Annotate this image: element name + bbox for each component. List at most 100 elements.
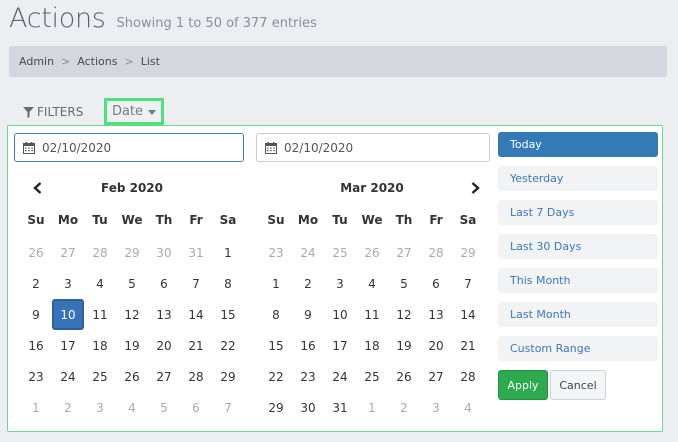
calendar-day[interactable]: 28 [180,361,212,392]
calendar-day[interactable]: 1 [212,237,244,268]
end-date-input[interactable]: 02/10/2020 [256,133,490,162]
range-custom[interactable]: Custom Range [498,336,658,361]
calendar-day[interactable]: 22 [212,330,244,361]
calendar-day[interactable]: 11 [356,299,388,330]
calendar-day[interactable]: 27 [148,361,180,392]
calendar-day[interactable]: 3 [84,392,116,423]
calendar-day[interactable]: 26 [388,361,420,392]
calendar-day[interactable]: 9 [292,299,324,330]
cancel-button[interactable]: Cancel [550,370,606,400]
calendar-day[interactable]: 19 [388,330,420,361]
range-last-7-days[interactable]: Last 7 Days [498,200,658,225]
calendar-day[interactable]: 4 [84,268,116,299]
calendar-day[interactable]: 8 [260,299,292,330]
calendar-day[interactable]: 27 [420,361,452,392]
calendar-day[interactable]: 14 [180,299,212,330]
calendar-day[interactable]: 3 [324,268,356,299]
calendar-day[interactable]: 2 [52,392,84,423]
calendar-day[interactable]: 5 [116,268,148,299]
calendar-day[interactable]: 29 [116,237,148,268]
calendar-day[interactable]: 15 [212,299,244,330]
next-month-icon[interactable] [466,179,484,197]
calendar-day[interactable]: 25 [356,361,388,392]
calendar-day[interactable]: 16 [20,330,52,361]
range-last-30-days[interactable]: Last 30 Days [498,234,658,259]
calendar-day[interactable]: 19 [116,330,148,361]
calendar-day[interactable]: 24 [52,361,84,392]
start-date-input[interactable]: 02/10/2020 [14,133,244,162]
calendar-day[interactable]: 2 [292,268,324,299]
calendar-day[interactable]: 2 [388,392,420,423]
calendar-day[interactable]: 25 [84,361,116,392]
calendar-day[interactable]: 31 [180,237,212,268]
range-today[interactable]: Today [498,132,658,157]
calendar-day[interactable]: 23 [20,361,52,392]
calendar-day[interactable]: 1 [260,268,292,299]
calendar-day[interactable]: 20 [148,330,180,361]
calendar-day[interactable]: 14 [452,299,484,330]
calendar-day[interactable]: 2 [20,268,52,299]
calendar-day[interactable]: 30 [292,392,324,423]
calendar-day[interactable]: 4 [116,392,148,423]
calendar-day[interactable]: 27 [52,237,84,268]
calendar-day[interactable]: 4 [452,392,484,423]
calendar-day[interactable]: 27 [388,237,420,268]
calendar-day[interactable]: 6 [420,268,452,299]
calendar-day[interactable]: 21 [180,330,212,361]
calendar-day[interactable]: 20 [420,330,452,361]
calendar-day[interactable]: 4 [356,268,388,299]
calendar-day[interactable]: 1 [20,392,52,423]
calendar-day[interactable]: 26 [356,237,388,268]
calendar-day[interactable]: 13 [420,299,452,330]
calendar-day[interactable]: 28 [420,237,452,268]
calendar-day[interactable]: 9 [20,299,52,330]
calendar-day[interactable]: 25 [324,237,356,268]
calendar-day[interactable]: 22 [260,361,292,392]
calendar-day[interactable]: 29 [212,361,244,392]
calendar-day[interactable]: 7 [180,268,212,299]
calendar-day[interactable]: 12 [116,299,148,330]
calendar-day[interactable]: 8 [212,268,244,299]
calendar-day[interactable]: 29 [260,392,292,423]
calendar-day[interactable]: 26 [20,237,52,268]
prev-month-icon[interactable] [28,179,46,197]
calendar-day[interactable]: 5 [388,268,420,299]
calendar-day[interactable]: 17 [52,330,84,361]
calendar-day[interactable]: 16 [292,330,324,361]
calendar-day[interactable]: 15 [260,330,292,361]
calendar-day[interactable]: 13 [148,299,180,330]
calendar-day[interactable]: 28 [452,361,484,392]
calendar-day[interactable]: 21 [452,330,484,361]
breadcrumb-actions[interactable]: Actions [77,55,117,68]
calendar-day[interactable]: 5 [148,392,180,423]
calendar-day[interactable]: 23 [292,361,324,392]
range-yesterday[interactable]: Yesterday [498,166,658,191]
calendar-day[interactable]: 30 [148,237,180,268]
range-this-month[interactable]: This Month [498,268,658,293]
range-last-month[interactable]: Last Month [498,302,658,327]
calendar-day[interactable]: 1 [356,392,388,423]
calendar-day[interactable]: 10 [52,299,84,330]
calendar-day[interactable]: 24 [292,237,324,268]
calendar-day[interactable]: 24 [324,361,356,392]
calendar-day[interactable]: 18 [356,330,388,361]
calendar-day[interactable]: 3 [52,268,84,299]
calendar-day[interactable]: 17 [324,330,356,361]
calendar-day[interactable]: 7 [452,268,484,299]
calendar-day[interactable]: 18 [84,330,116,361]
calendar-day[interactable]: 6 [148,268,180,299]
calendar-day[interactable]: 10 [324,299,356,330]
calendar-day[interactable]: 11 [84,299,116,330]
calendar-day[interactable]: 12 [388,299,420,330]
calendar-day[interactable]: 3 [420,392,452,423]
calendar-day[interactable]: 7 [212,392,244,423]
calendar-day[interactable]: 26 [116,361,148,392]
calendar-day[interactable]: 29 [452,237,484,268]
breadcrumb-admin[interactable]: Admin [19,55,54,68]
calendar-day[interactable]: 6 [180,392,212,423]
filters-toggle[interactable]: FILTERS [23,105,83,119]
calendar-day[interactable]: 31 [324,392,356,423]
apply-button[interactable]: Apply [498,370,548,400]
date-filter-tab[interactable]: Date [104,98,164,125]
calendar-day[interactable]: 23 [260,237,292,268]
